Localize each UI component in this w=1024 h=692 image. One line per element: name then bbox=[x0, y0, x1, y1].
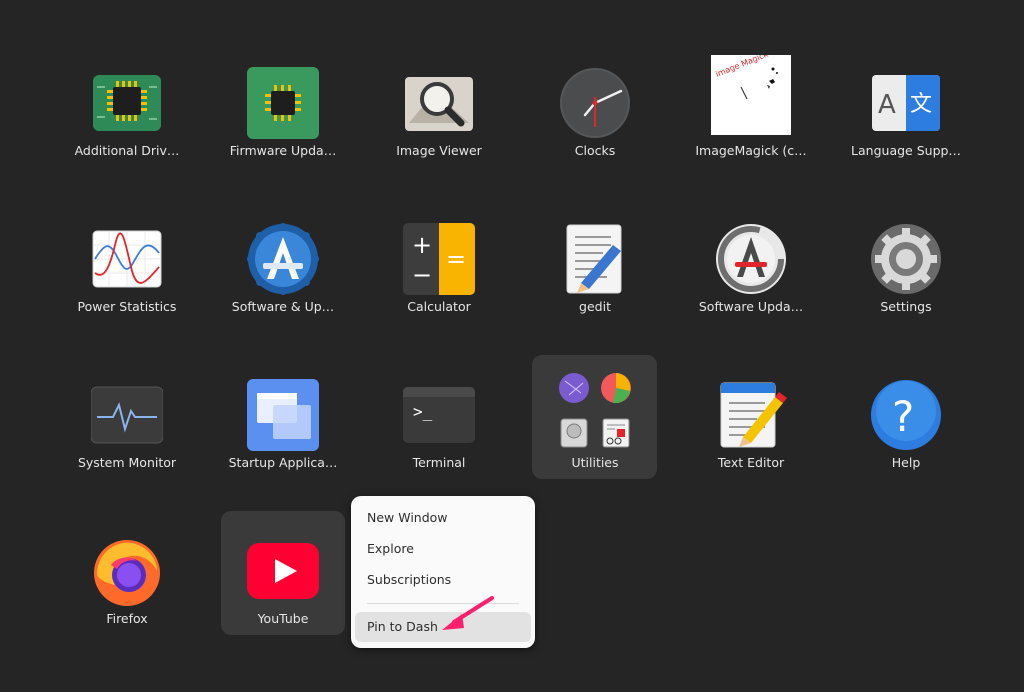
language-cjk-glyph: 文 bbox=[910, 92, 932, 117]
app-additional-drivers[interactable]: Additional Driv… bbox=[52, 55, 202, 195]
calculator-equals-glyph: = bbox=[446, 245, 466, 273]
chip-green-icon bbox=[247, 67, 319, 139]
system-monitor-icon bbox=[91, 379, 163, 451]
calculator-icon: + = − bbox=[403, 223, 475, 295]
app-label: Language Supp… bbox=[851, 143, 961, 158]
language-latin-glyph: A bbox=[878, 90, 896, 120]
language-icon: A文 bbox=[870, 67, 942, 139]
menu-item-explore[interactable]: Explore bbox=[355, 534, 531, 564]
app-label: Firefox bbox=[106, 611, 148, 626]
app-label: System Monitor bbox=[77, 455, 177, 470]
app-power-statistics[interactable]: Power Statistics bbox=[52, 211, 202, 351]
app-label: Power Statistics bbox=[77, 299, 177, 314]
startup-apps-icon bbox=[247, 379, 319, 451]
chip-green-icon bbox=[91, 67, 163, 139]
app-label: Text Editor bbox=[717, 455, 785, 470]
menu-item-pin-to-dash[interactable]: Pin to Dash bbox=[355, 612, 531, 642]
app-startup-applications[interactable]: Startup Applica… bbox=[208, 367, 358, 507]
app-settings[interactable]: Settings bbox=[831, 211, 981, 351]
app-language-support[interactable]: A文 Language Supp… bbox=[831, 55, 981, 195]
app-label: Utilities bbox=[571, 455, 619, 470]
menu-item-subscriptions[interactable]: Subscriptions bbox=[355, 565, 531, 595]
clock-icon bbox=[559, 67, 631, 139]
app-label: Settings bbox=[880, 299, 932, 314]
app-label: Help bbox=[891, 455, 921, 470]
app-imagemagick[interactable]: image Magick ImageMagick (c… bbox=[676, 55, 826, 195]
app-label: ImageMagick (c… bbox=[695, 143, 807, 158]
app-label: Software Upda… bbox=[698, 299, 804, 314]
graph-icon bbox=[91, 223, 163, 295]
app-label: Firmware Upda… bbox=[229, 143, 337, 158]
app-label: Image Viewer bbox=[396, 143, 482, 158]
app-firmware-updater[interactable]: Firmware Upda… bbox=[208, 55, 358, 195]
app-firefox[interactable]: Firefox bbox=[52, 523, 202, 663]
app-label: Software & Up… bbox=[231, 299, 335, 314]
app-terminal[interactable]: >_ Terminal bbox=[364, 367, 514, 507]
text-editor-icon bbox=[715, 379, 787, 451]
app-text-editor[interactable]: Text Editor bbox=[676, 367, 826, 507]
terminal-icon: >_ bbox=[403, 379, 475, 451]
app-youtube[interactable]: YouTube bbox=[208, 523, 358, 663]
software-sources-icon bbox=[247, 223, 319, 295]
app-calculator[interactable]: + = − Calculator bbox=[364, 211, 514, 351]
app-system-monitor[interactable]: System Monitor bbox=[52, 367, 202, 507]
terminal-prompt-glyph: >_ bbox=[413, 402, 433, 421]
app-label: Terminal bbox=[412, 455, 466, 470]
help-icon: ? bbox=[870, 379, 942, 451]
app-context-menu: New Window Explore Subscriptions Pin to … bbox=[351, 496, 535, 648]
app-label: gedit bbox=[579, 299, 611, 314]
app-label: Clocks bbox=[574, 143, 616, 158]
app-clocks[interactable]: Clocks bbox=[520, 55, 670, 195]
app-label: Startup Applica… bbox=[228, 455, 338, 470]
app-image-viewer[interactable]: Image Viewer bbox=[364, 55, 514, 195]
gedit-icon bbox=[559, 223, 631, 295]
app-folder-utilities[interactable]: Utilities bbox=[520, 367, 670, 507]
app-label: Calculator bbox=[407, 299, 471, 314]
app-software-and-updates[interactable]: Software & Up… bbox=[208, 211, 358, 351]
app-software-updater[interactable]: Software Upda… bbox=[676, 211, 826, 351]
software-updater-icon bbox=[715, 223, 787, 295]
calculator-plus-glyph: + bbox=[412, 231, 432, 259]
help-question-glyph: ? bbox=[892, 392, 914, 441]
folder-utilities-icon bbox=[555, 371, 635, 451]
menu-separator bbox=[367, 603, 519, 604]
magnifier-photo-icon bbox=[403, 67, 475, 139]
firefox-icon bbox=[91, 535, 163, 607]
menu-item-new-window[interactable]: New Window bbox=[355, 503, 531, 533]
imagemagick-icon: image Magick bbox=[711, 55, 791, 135]
gear-icon bbox=[870, 223, 942, 295]
calculator-minus-glyph: − bbox=[412, 261, 432, 289]
app-label: Additional Driv… bbox=[74, 143, 180, 158]
app-gedit[interactable]: gedit bbox=[520, 211, 670, 351]
youtube-icon bbox=[247, 535, 319, 607]
app-help[interactable]: ? Help bbox=[831, 367, 981, 507]
app-label: YouTube bbox=[257, 611, 309, 626]
